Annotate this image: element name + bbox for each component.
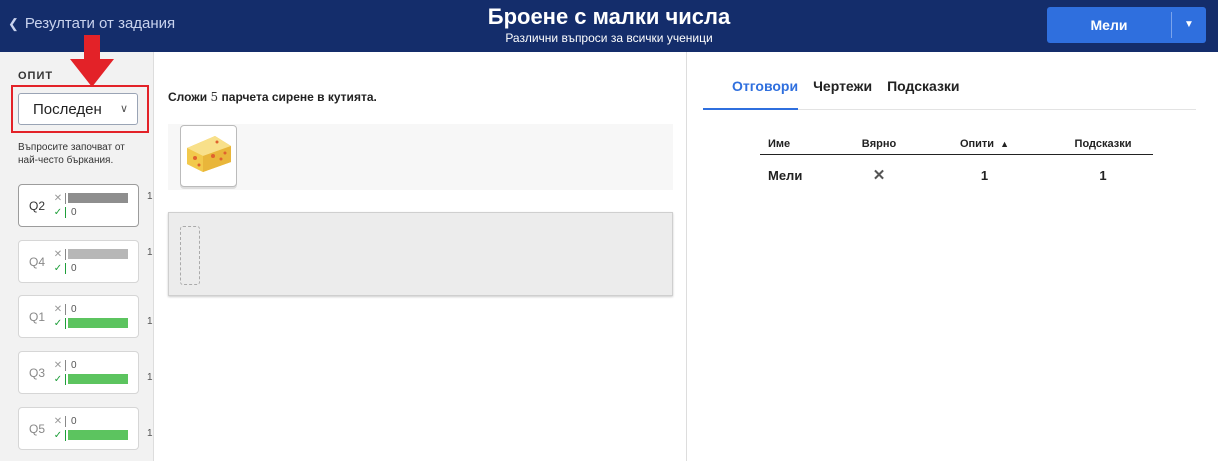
wrong-icon: ✕	[53, 415, 63, 427]
cheese-piece[interactable]	[180, 125, 237, 187]
question-card-q3[interactable]: Q3 ✕ 0 ✓ 1	[18, 351, 153, 394]
question-name: Q1	[29, 310, 46, 324]
wrong-count: 1	[147, 191, 153, 202]
col-correct-header: Вярно	[861, 137, 897, 150]
col-attempts-header[interactable]: Опити ▲	[916, 138, 1053, 150]
prompt-text-start: Сложи	[168, 90, 208, 104]
question-card-q2[interactable]: Q2 ✕ 1 ✓ 0	[18, 184, 153, 227]
prompt-number: 5	[210, 90, 219, 104]
correct-count: 1	[147, 372, 153, 383]
wrong-icon: ✕	[53, 192, 63, 204]
page-title: Броене с малки числа	[487, 4, 731, 29]
correct-bar	[68, 374, 128, 384]
correct-row: ✓ 1	[52, 428, 153, 441]
question-card-q5[interactable]: Q5 ✕ 0 ✓ 1	[18, 407, 153, 450]
wrong-icon: ✕	[53, 303, 63, 315]
axis-tick	[65, 429, 66, 441]
highlight-box	[11, 85, 149, 133]
student-selector-button[interactable]: Мели ▼	[1047, 7, 1206, 43]
question-card-q1[interactable]: Q1 ✕ 0 ✓ 1	[18, 295, 153, 338]
correct-row: ✓ 0	[52, 206, 136, 218]
axis-tick	[65, 359, 66, 371]
wrong-count: 0	[71, 303, 77, 315]
top-bar: ❮ Резултати от задания Броене с малки чи…	[0, 0, 1218, 52]
question-name: Q3	[29, 366, 46, 380]
wrong-bar	[68, 249, 128, 259]
red-arrow-icon	[70, 35, 114, 87]
check-icon: ✓	[53, 206, 63, 218]
table-row[interactable]: Мели ✕ 1 1	[760, 155, 1153, 195]
axis-tick	[65, 415, 66, 427]
wrong-row: ✕ 0	[52, 415, 136, 427]
cheese-icon	[187, 136, 231, 172]
check-icon: ✓	[53, 317, 63, 329]
sort-note: Въпросите започват от най-често бъркания…	[18, 142, 125, 166]
wrong-count: 0	[71, 359, 77, 371]
tab-drawings[interactable]: Чертежи	[813, 76, 872, 110]
question-name: Q2	[29, 199, 46, 213]
wrong-row: ✕ 0	[52, 303, 136, 315]
tab-hints[interactable]: Подсказки	[887, 76, 959, 110]
wrong-row: ✕ 1	[52, 191, 153, 204]
drop-slot[interactable]	[180, 226, 200, 285]
correct-count: 0	[71, 262, 77, 274]
question-prompt: Сложи 5 парчета сирене в кутията.	[168, 90, 377, 104]
correct-count: 1	[147, 428, 153, 439]
axis-tick	[65, 206, 66, 218]
correct-row: ✓ 0	[52, 262, 136, 274]
tab-answers[interactable]: Отговори	[703, 76, 799, 110]
question-card-q4[interactable]: Q4 ✕ 1 ✓ 0	[18, 240, 153, 283]
check-icon: ✓	[53, 429, 63, 441]
question-name: Q4	[29, 255, 46, 269]
prompt-text-end: парчета сирене в кутията.	[221, 90, 377, 104]
attempt-label: ОПИТ	[18, 70, 54, 82]
question-sidebar: ОПИТ Последен ∨ Въпросите започват от на…	[0, 35, 154, 461]
question-name: Q5	[29, 422, 46, 436]
correct-row: ✓ 1	[52, 372, 153, 385]
axis-tick	[65, 192, 66, 204]
drop-box[interactable]	[168, 212, 673, 296]
cell-attempts: 1	[980, 167, 989, 183]
back-link[interactable]: ❮ Резултати от задания	[8, 15, 175, 32]
correct-count: 0	[71, 206, 77, 218]
check-icon: ✓	[53, 262, 63, 274]
correct-bar	[68, 318, 128, 328]
sort-up-icon: ▲	[1000, 138, 1010, 149]
student-name-label: Мели	[1090, 17, 1128, 33]
col-name-header: Име	[768, 137, 791, 150]
axis-tick	[65, 303, 66, 315]
chevron-down-icon[interactable]: ▼	[1172, 7, 1206, 43]
col-hints-header: Подсказки	[1074, 137, 1132, 150]
question-preview: Сложи 5 парчета сирене в кутията.	[155, 52, 687, 461]
correct-bar	[68, 430, 128, 440]
chevron-left-icon: ❮	[8, 15, 19, 31]
wrong-count: 1	[147, 247, 153, 258]
wrong-count: 0	[71, 415, 77, 427]
back-link-label: Резултати от задания	[24, 15, 176, 32]
check-icon: ✓	[53, 373, 63, 385]
item-source-area	[168, 124, 673, 190]
axis-tick	[65, 262, 66, 274]
correct-count: 1	[147, 316, 153, 327]
cell-student-name: Мели	[768, 167, 803, 183]
wrong-icon: ✕	[53, 359, 63, 371]
table-header: Име Вярно Опити ▲ Подсказки	[760, 133, 1153, 155]
results-tabs: Отговори Чертежи Подсказки	[703, 76, 1196, 110]
wrong-icon: ✕	[53, 248, 63, 260]
col-attempts-label: Опити	[959, 137, 995, 150]
title-block: Броене с малки числа Различни въпроси за…	[0, 4, 1218, 46]
results-table: Име Вярно Опити ▲ Подсказки Мели ✕ 1 1	[760, 133, 1153, 195]
axis-tick	[65, 373, 66, 385]
wrong-row: ✕ 1	[52, 247, 153, 260]
results-panel: Отговори Чертежи Подсказки Име Вярно Опи…	[688, 52, 1218, 461]
correct-row: ✓ 1	[52, 316, 153, 329]
axis-tick	[65, 248, 66, 260]
axis-tick	[65, 317, 66, 329]
page-subtitle: Различни въпроси за всички ученици	[505, 31, 713, 45]
cell-correct: ✕	[872, 167, 886, 184]
cell-hints: 1	[1099, 167, 1107, 183]
wrong-row: ✕ 0	[52, 359, 136, 371]
wrong-bar	[68, 193, 128, 203]
